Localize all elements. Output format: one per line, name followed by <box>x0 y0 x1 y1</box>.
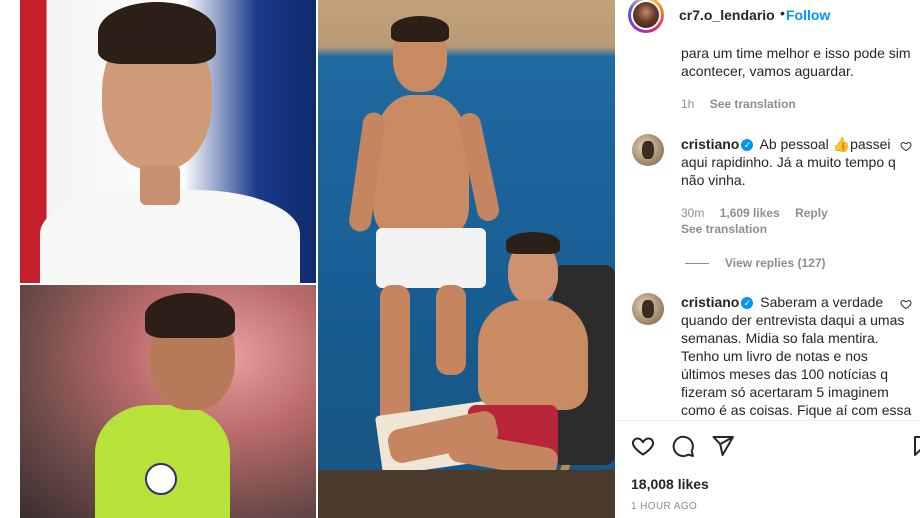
reply-button[interactable]: Reply <box>795 206 828 220</box>
author-username[interactable]: cr7.o_lendario <box>679 7 775 23</box>
see-translation-link[interactable]: See translation <box>681 222 767 236</box>
commenter-username[interactable]: cristiano <box>681 294 739 310</box>
comment-time: 1h <box>681 97 695 111</box>
photo-men-on-boat <box>318 0 615 518</box>
post-image[interactable] <box>0 0 615 518</box>
comment-like-heart-icon[interactable] <box>900 298 912 310</box>
action-bar <box>615 428 920 462</box>
see-translation-link[interactable]: See translation <box>710 97 796 111</box>
bookmark-icon[interactable] <box>911 434 920 458</box>
author-avatar[interactable] <box>628 0 664 33</box>
view-replies-button[interactable]: View replies (127) <box>725 256 826 270</box>
comment-likes[interactable]: 1,609 likes <box>720 206 780 220</box>
comment-meta-translation: See translation <box>681 222 767 236</box>
post-timestamp: 1 HOUR AGO <box>631 501 698 512</box>
comment-text: para um time melhor e isso pode sim acon… <box>681 45 911 79</box>
paper-plane-icon[interactable] <box>711 434 735 458</box>
commenter-avatar[interactable] <box>632 293 664 325</box>
comment-like-heart-icon[interactable] <box>900 140 912 152</box>
post-side-panel: cr7.o_lendario • Follow para um time mel… <box>615 0 920 518</box>
comment-meta: 30m 1,609 likes Reply <box>681 206 840 220</box>
commenter-username[interactable]: cristiano <box>681 136 739 152</box>
commenter-avatar[interactable] <box>632 134 664 166</box>
comments-list[interactable]: para um time melhor e isso pode sim acon… <box>615 34 920 420</box>
verified-badge-icon: ✓ <box>741 297 754 309</box>
comment-time: 30m <box>681 206 705 220</box>
replies-divider-line <box>685 263 709 264</box>
comment-meta: 1h See translation <box>681 97 796 111</box>
actions-divider <box>615 420 920 421</box>
heart-icon[interactable] <box>631 434 655 458</box>
comment-text: Saberam a verdade quando der entrevista … <box>681 294 912 418</box>
follow-button[interactable]: Follow <box>786 7 830 23</box>
comment-body: cristiano ✓ Ab pessoal 👍passei aqui rapid… <box>681 135 913 189</box>
post-likes-count[interactable]: 18,008 likes <box>631 476 709 492</box>
verified-badge-icon: ✓ <box>741 139 754 151</box>
post-header: cr7.o_lendario • Follow <box>615 0 920 34</box>
photo-man-white-shirt <box>20 0 316 283</box>
separator-dot: • <box>780 5 785 21</box>
photo-player-green-jersey <box>20 285 316 518</box>
comment-body: cristiano ✓ Saberam a verdade quando der … <box>681 293 913 419</box>
comment-icon[interactable] <box>671 434 695 458</box>
